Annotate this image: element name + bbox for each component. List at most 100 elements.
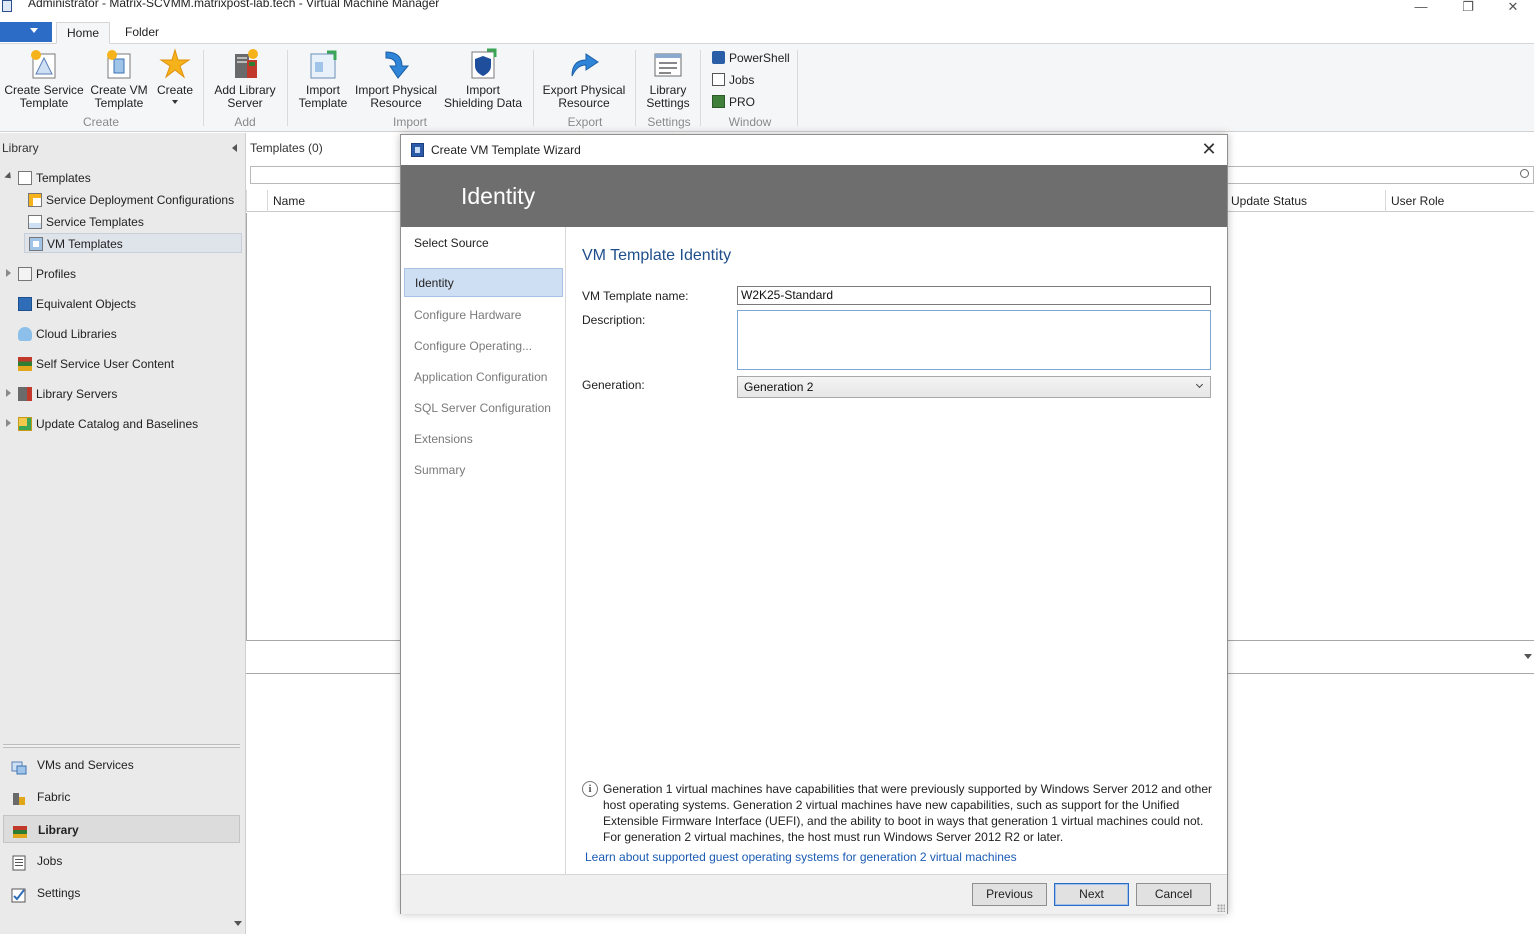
powershell-button[interactable]: PowerShell: [712, 51, 790, 65]
tree-item-label: Cloud Libraries: [36, 327, 117, 341]
tree-item-service-deployment-configurations[interactable]: Service Deployment Configurations: [28, 190, 234, 210]
file-menu-button[interactable]: [0, 22, 52, 42]
workspace-vms-and-services[interactable]: VMs and Services: [3, 751, 240, 779]
library-settings-button[interactable]: Library Settings: [642, 48, 694, 110]
tree-item-library-servers[interactable]: Library Servers: [18, 384, 117, 404]
workspace-library[interactable]: Library: [3, 815, 240, 843]
column-header-icon[interactable]: [246, 190, 267, 212]
workspace-label: VMs and Services: [37, 758, 134, 772]
step-identity[interactable]: Identity: [404, 268, 563, 297]
group-label-import: Import: [392, 115, 427, 129]
expand-icon[interactable]: [6, 269, 11, 277]
vm-template-name-label: VM Template name:: [582, 289, 689, 303]
export-physical-resource-button[interactable]: Export Physical Resource: [540, 48, 628, 110]
tree-item-profiles[interactable]: Profiles: [18, 264, 76, 284]
step-sql-server-configuration[interactable]: SQL Server Configuration: [404, 394, 563, 423]
wizard-content: VM Template Identity VM Template name: W…: [567, 227, 1227, 874]
workspace-fabric[interactable]: Fabric: [3, 783, 240, 811]
group-label-add: Add: [234, 115, 256, 129]
step-extensions[interactable]: Extensions: [404, 425, 563, 454]
create-vm-template-button[interactable]: Create VM Template: [88, 48, 150, 110]
ribbon-separator: [287, 50, 288, 126]
create-star-icon: [159, 48, 191, 80]
library-settings-label: Library Settings: [646, 83, 690, 110]
ribbon-tab-strip: Home Folder: [0, 18, 1534, 44]
import-template-button[interactable]: Import Template: [294, 48, 352, 110]
column-header-update-status[interactable]: Update Status: [1225, 190, 1385, 212]
generation-2-guest-os-link[interactable]: Learn about supported guest operating sy…: [585, 850, 1017, 864]
close-window-button[interactable]: ✕: [1490, 0, 1534, 18]
tab-folder[interactable]: Folder: [115, 22, 169, 44]
next-button[interactable]: Next: [1054, 883, 1129, 906]
workspace-splitter[interactable]: [3, 744, 240, 748]
resize-grip-icon[interactable]: [1217, 904, 1225, 912]
chevron-down-icon[interactable]: [234, 921, 242, 926]
column-header-user-role[interactable]: User Role: [1385, 190, 1534, 212]
description-label: Description:: [582, 313, 646, 327]
ribbon-separator: [700, 50, 701, 126]
dialog-close-button[interactable]: ✕: [1199, 139, 1219, 159]
step-application-configuration[interactable]: Application Configuration: [404, 363, 563, 392]
step-configure-operating-system[interactable]: Configure Operating...: [404, 332, 563, 361]
create-service-template-label: Create Service Template: [4, 83, 84, 110]
import-shielding-data-button[interactable]: Import Shielding Data: [440, 48, 526, 110]
chevron-down-icon: [30, 28, 38, 33]
step-summary[interactable]: Summary: [404, 456, 563, 485]
shield-icon: [467, 48, 499, 80]
tree-item-update-catalog[interactable]: Update Catalog and Baselines: [18, 414, 198, 434]
description-textarea[interactable]: [737, 310, 1211, 370]
tree-item-cloud-libraries[interactable]: Cloud Libraries: [18, 324, 117, 344]
workspace-settings[interactable]: Settings: [3, 879, 240, 907]
step-select-source[interactable]: Select Source: [404, 229, 563, 258]
vm-template-icon: [29, 237, 43, 251]
settings-checklist-icon: [11, 885, 27, 903]
pro-button[interactable]: PRO: [712, 95, 755, 109]
tab-home[interactable]: Home: [56, 22, 111, 44]
chevron-down-icon[interactable]: [1524, 654, 1532, 659]
expand-icon[interactable]: [4, 171, 14, 182]
add-library-server-label: Add Library Server: [214, 83, 276, 110]
step-configure-hardware[interactable]: Configure Hardware: [404, 301, 563, 330]
export-physical-resource-label: Export Physical Resource: [542, 83, 626, 110]
column-header-name[interactable]: Name: [267, 190, 407, 212]
cloud-icon: [18, 327, 32, 341]
tree-item-label: Equivalent Objects: [36, 297, 137, 311]
import-physical-resource-label: Import Physical Resource: [354, 83, 438, 110]
tree-item-templates[interactable]: Templates: [18, 168, 91, 188]
tree-item-label: Templates: [36, 171, 91, 185]
vm-template-name-input[interactable]: W2K25-Standard: [737, 286, 1211, 305]
jobs-button[interactable]: Jobs: [712, 73, 754, 87]
tree-item-equivalent-objects[interactable]: Equivalent Objects: [18, 294, 136, 314]
import-physical-resource-button[interactable]: Import Physical Resource: [354, 48, 438, 110]
restore-button[interactable]: ❐: [1445, 0, 1491, 18]
service-template-icon: [28, 48, 60, 80]
workspace-jobs[interactable]: Jobs: [3, 847, 240, 875]
pro-icon: [712, 95, 725, 108]
wizard-header-banner: Identity: [401, 165, 1227, 227]
window-titlebar: Administrator - Matrix-SCVMM.matrixpost-…: [0, 0, 1534, 18]
search-icon: [1520, 169, 1529, 178]
powershell-icon: [712, 51, 725, 64]
dialog-titlebar: Create VM Template Wizard ✕: [401, 135, 1227, 165]
create-service-template-button[interactable]: Create Service Template: [4, 48, 84, 110]
info-icon: i: [582, 781, 598, 797]
chevron-down-icon: [172, 100, 178, 104]
ribbon-separator: [533, 50, 534, 126]
add-library-server-button[interactable]: Add Library Server: [210, 48, 280, 110]
library-settings-icon: [652, 48, 684, 80]
fabric-icon: [11, 789, 27, 805]
workspace-label: Fabric: [37, 790, 71, 804]
previous-button[interactable]: Previous: [972, 883, 1047, 906]
create-dropdown-button[interactable]: Create: [154, 48, 196, 104]
expand-icon[interactable]: [6, 389, 11, 397]
tree-item-self-service-user-content[interactable]: Self Service User Content: [18, 354, 174, 374]
expand-icon[interactable]: [6, 419, 11, 427]
tree-item-vm-templates[interactable]: VM Templates: [24, 233, 242, 253]
cancel-button[interactable]: Cancel: [1136, 883, 1211, 906]
minimize-button[interactable]: —: [1398, 0, 1444, 18]
ribbon-separator: [797, 50, 798, 126]
tree-item-service-templates[interactable]: Service Templates: [28, 212, 144, 232]
group-label-create: Create: [82, 115, 120, 129]
collapse-pane-icon[interactable]: [232, 144, 237, 152]
generation-select[interactable]: Generation 2: [737, 376, 1211, 398]
